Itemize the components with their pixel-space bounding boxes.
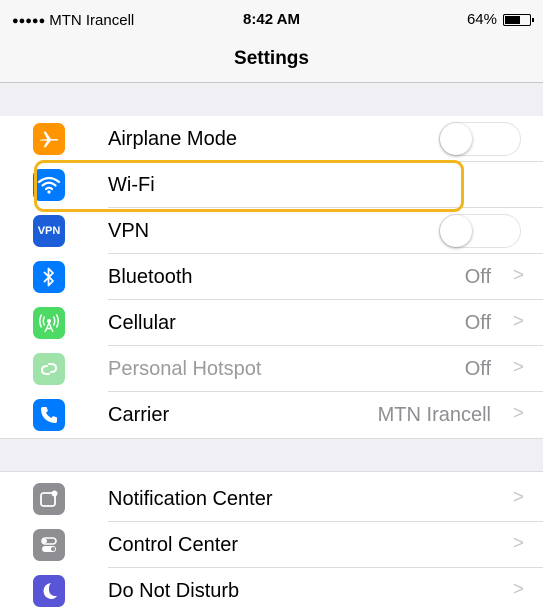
vpn-icon: VPN <box>33 215 65 247</box>
airplane-icon <box>33 123 65 155</box>
row-label: Cellular <box>108 312 176 334</box>
row-label: Carrier <box>108 404 170 426</box>
row-do-not-disturb[interactable]: Do Not Disturb > <box>0 568 543 614</box>
section-gap-middle <box>0 438 543 472</box>
status-bar: ●●●●● MTN Irancell 8:42 AM 64% <box>0 0 543 38</box>
row-airplane-mode[interactable]: Airplane Mode <box>0 116 543 162</box>
toggle-knob <box>440 123 472 155</box>
row-label: Airplane Mode <box>108 128 237 150</box>
row-label: Personal Hotspot <box>108 358 262 380</box>
personal-hotspot-status: Off <box>464 358 491 380</box>
page-title: Settings <box>234 48 309 69</box>
cellular-icon <box>33 307 65 339</box>
wifi-highlight-box <box>34 160 464 212</box>
row-label: Bluetooth <box>108 266 193 288</box>
carrier-value: MTN Irancell <box>377 404 491 426</box>
row-bluetooth[interactable]: Bluetooth Off > <box>0 254 543 300</box>
section-gap-top <box>0 83 543 116</box>
row-label: Notification Center <box>108 488 273 510</box>
battery-icon <box>503 13 534 26</box>
chevron-right-icon: > <box>512 579 524 600</box>
vpn-toggle[interactable] <box>439 214 521 248</box>
control-center-icon <box>33 529 65 561</box>
settings-group-system: Notification Center > Control Center > D… <box>0 472 543 607</box>
bluetooth-status: Off <box>464 266 491 288</box>
status-right: 64% <box>466 11 534 28</box>
row-vpn[interactable]: VPN VPN <box>0 208 543 254</box>
cellular-status: Off <box>464 312 491 334</box>
battery-percent: 64% <box>466 11 497 28</box>
airplane-mode-toggle[interactable] <box>439 122 521 156</box>
row-label: Do Not Disturb <box>108 580 240 602</box>
hotspot-icon <box>33 353 65 385</box>
row-label: VPN <box>108 220 150 242</box>
battery-fill <box>505 15 520 24</box>
row-cellular[interactable]: Cellular Off > <box>0 300 543 346</box>
bluetooth-icon <box>33 261 65 293</box>
row-notification-center[interactable]: Notification Center > <box>0 476 543 522</box>
chevron-right-icon: > <box>512 357 524 378</box>
phone-icon <box>33 399 65 431</box>
chevron-right-icon: > <box>512 311 524 332</box>
chevron-right-icon: > <box>512 403 524 424</box>
chevron-right-icon: > <box>512 533 524 554</box>
chevron-right-icon: > <box>512 265 524 286</box>
chevron-right-icon: > <box>512 487 524 508</box>
moon-icon <box>33 575 65 607</box>
navigation-bar: Settings <box>0 38 543 83</box>
notification-center-icon <box>33 483 65 515</box>
row-carrier[interactable]: Carrier MTN Irancell > <box>0 392 543 438</box>
row-personal-hotspot[interactable]: Personal Hotspot Off > <box>0 346 543 392</box>
toggle-knob <box>440 215 472 247</box>
row-label: Control Center <box>108 534 239 556</box>
row-control-center[interactable]: Control Center > <box>0 522 543 568</box>
status-time: 8:42 AM <box>243 11 300 28</box>
